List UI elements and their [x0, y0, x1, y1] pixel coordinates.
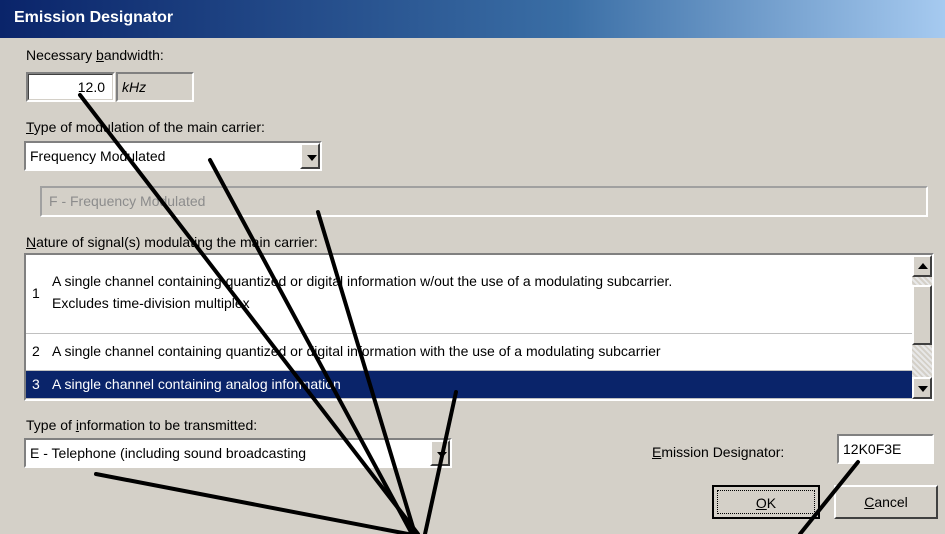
- annotation-line: [423, 390, 458, 534]
- annotation-line: [94, 472, 410, 534]
- annotation-line: [208, 158, 414, 534]
- annotation-line: [798, 460, 860, 534]
- annotation-line: [78, 93, 420, 534]
- annotation-line: [316, 210, 417, 534]
- annotation-lines: [78, 93, 860, 534]
